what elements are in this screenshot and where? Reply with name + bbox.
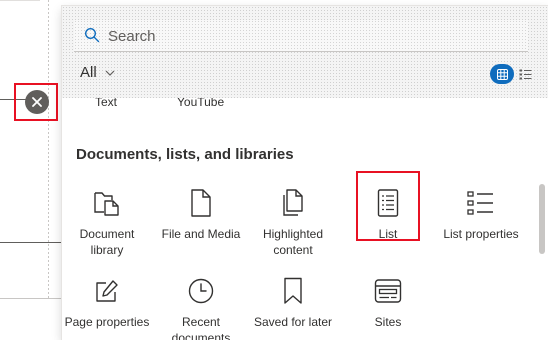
- document-library-icon: [94, 192, 119, 216]
- tile-label: Document library: [79, 227, 135, 257]
- close-icon: [32, 97, 42, 107]
- tile-saved-for-later[interactable]: Saved for later: [248, 274, 338, 330]
- web-part-label[interactable]: YouTube: [177, 98, 224, 109]
- tile-label: Saved for later: [253, 315, 333, 329]
- bookmark-icon: [284, 277, 302, 304]
- list-properties-icon: [467, 191, 493, 215]
- tile-label: Page properties: [64, 315, 150, 329]
- sites-icon: [374, 279, 402, 303]
- view-toggle: [490, 64, 536, 84]
- category-filter[interactable]: All: [80, 64, 115, 81]
- tile-highlighted-content[interactable]: Highlighted content: [248, 186, 338, 258]
- file-icon: [191, 189, 211, 217]
- picker-header: All: [62, 6, 548, 98]
- tile-label: Highlighted content: [262, 227, 324, 257]
- tile-sites[interactable]: Sites: [343, 274, 433, 330]
- tile-list[interactable]: List: [343, 186, 433, 242]
- tile-label: List: [378, 227, 398, 241]
- search-input[interactable]: [108, 26, 508, 46]
- tile-label: File and Media: [161, 227, 241, 241]
- search-box[interactable]: [74, 20, 528, 52]
- search-icon: [84, 27, 100, 43]
- web-part-picker: All: [62, 6, 548, 340]
- chevron-down-icon: [105, 70, 115, 76]
- scrollbar-thumb[interactable]: [539, 184, 545, 254]
- page-rule: [0, 298, 62, 299]
- page-properties-icon: [96, 280, 118, 302]
- tile-document-library[interactable]: Document library: [62, 186, 152, 258]
- page-stage: All: [0, 0, 548, 340]
- close-button[interactable]: [25, 90, 49, 114]
- section-boundary: [48, 0, 49, 300]
- web-part-label[interactable]: Text: [95, 98, 117, 109]
- grid-view-button[interactable]: [490, 64, 514, 84]
- list-view-button[interactable]: [514, 64, 536, 84]
- tile-list-properties[interactable]: List properties: [436, 186, 526, 242]
- tile-label: Sites: [374, 315, 402, 329]
- grid-icon: [496, 68, 508, 80]
- tile-label: List properties: [443, 227, 519, 241]
- list-icon: [377, 189, 399, 217]
- page-rule: [0, 242, 62, 243]
- scrollbar[interactable]: [538, 98, 546, 340]
- filter-label: All: [80, 64, 97, 81]
- tile-recent-documents[interactable]: Recent documents: [156, 274, 246, 340]
- list-view-icon: [519, 69, 531, 79]
- section-title: Documents, lists, and libraries: [76, 146, 294, 163]
- tile-page-properties[interactable]: Page properties: [62, 274, 152, 330]
- tile-label: Recent documents: [171, 315, 231, 340]
- page-divider: [0, 0, 40, 1]
- highlighted-content-icon: [283, 189, 303, 216]
- clock-icon: [188, 278, 214, 304]
- tile-file-and-media[interactable]: File and Media: [156, 186, 246, 242]
- web-part-list: Text YouTube Documents, lists, and libra…: [62, 98, 548, 340]
